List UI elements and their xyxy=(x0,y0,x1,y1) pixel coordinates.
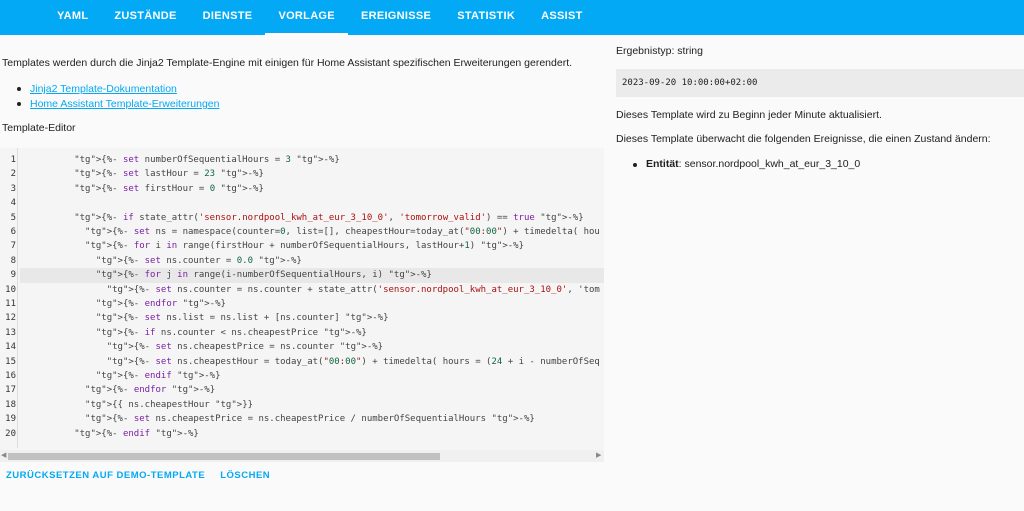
code-line[interactable]: "tg">{%- for j in range(i-numberOfSequen… xyxy=(20,268,604,283)
line-number: 8 xyxy=(10,255,16,266)
line-number: 7 xyxy=(10,241,16,252)
editor-label: Template-Editor xyxy=(2,122,76,134)
line-number: 20 xyxy=(5,428,16,439)
tab-bar: YAML ZUSTÄNDE DIENSTE VORLAGE EREIGNISSE… xyxy=(44,0,596,35)
line-number: 12 xyxy=(5,313,16,324)
tab-assist[interactable]: ASSIST xyxy=(528,0,596,35)
tab-template[interactable]: VORLAGE xyxy=(265,0,348,35)
line-number: 1 xyxy=(10,155,16,165)
line-number: 6 xyxy=(10,227,16,237)
entity-label: Entität xyxy=(646,158,679,170)
line-number: 14 xyxy=(5,342,16,353)
code-line[interactable]: "tg">{%- set ns.counter = 0.0 "tg">-%} xyxy=(20,254,302,268)
line-number: 2 xyxy=(10,169,16,180)
code-line[interactable]: "tg">{%- endif "tg">-%} xyxy=(20,369,221,383)
top-app-bar: YAML ZUSTÄNDE DIENSTE VORLAGE EREIGNISSE… xyxy=(0,0,1024,35)
line-number: 3 xyxy=(10,183,16,194)
code-line[interactable]: "tg">{%- set firstHour = 0 "tg">-%} xyxy=(20,182,264,196)
code-line[interactable]: "tg">{%- if ns.counter < ns.cheapestPric… xyxy=(20,326,367,340)
code-line[interactable]: "tg">{%- set ns.cheapestHour = today_at(… xyxy=(20,355,600,369)
line-number: 19 xyxy=(5,414,16,425)
list-item: Home Assistant Template-Erweiterungen xyxy=(17,97,219,112)
line-number: 4 xyxy=(10,198,16,209)
line-number: 13 xyxy=(5,327,16,338)
line-number: 11 xyxy=(5,299,16,309)
template-panel: Templates werden durch die Jinja2 Templa… xyxy=(0,35,608,511)
entity-value: : sensor.nordpool_kwh_at_eur_3_10_0 xyxy=(678,158,861,170)
scroll-left-icon[interactable]: ◀ xyxy=(1,452,6,460)
tab-statistics[interactable]: STATISTIK xyxy=(444,0,528,35)
listen-info: Dieses Template überwacht die folgenden … xyxy=(616,133,991,145)
intro-text: Templates werden durch die Jinja2 Templa… xyxy=(2,57,573,69)
line-number: 10 xyxy=(5,284,16,295)
result-type: Ergebnistyp: string xyxy=(616,45,703,57)
clear-button[interactable]: LÖSCHEN xyxy=(220,470,270,481)
jinja2-docs-link[interactable]: Jinja2 Template-Dokumentation xyxy=(30,83,177,95)
ha-template-extensions-link[interactable]: Home Assistant Template-Erweiterungen xyxy=(30,98,219,110)
code-line[interactable]: "tg">{%- endfor "tg">-%} xyxy=(20,297,226,311)
doc-links: Jinja2 Template-Dokumentation Home Assis… xyxy=(17,82,219,112)
code-line[interactable]: "tg">{{ ns.cheapestHour "tg">}} xyxy=(20,398,253,412)
horizontal-scrollbar[interactable]: ◀ ▶ xyxy=(0,450,604,462)
code-line[interactable]: "tg">{%- set ns.list = ns.list + [ns.cou… xyxy=(20,311,389,325)
line-number: 16 xyxy=(5,371,16,381)
scroll-right-icon[interactable]: ▶ xyxy=(596,452,601,460)
code-line[interactable]: "tg">{%- set ns.counter = ns.counter + s… xyxy=(20,283,600,297)
code-line[interactable]: "tg">{%- set lastHour = 23 "tg">-%} xyxy=(20,167,264,181)
code-line[interactable]: "tg">{%- set ns = namespace(counter=0, l… xyxy=(20,225,600,239)
result-panel: Ergebnistyp: string 2023-09-20 10:00:00+… xyxy=(616,35,1024,511)
code-line[interactable]: "tg">{%- endif "tg">-%} xyxy=(20,427,199,441)
code-line[interactable]: "tg">{%- if state_attr('sensor.nordpool_… xyxy=(20,211,583,225)
tab-states[interactable]: ZUSTÄNDE xyxy=(101,0,189,35)
tab-yaml[interactable]: YAML xyxy=(44,0,101,35)
line-number: 15 xyxy=(5,356,16,367)
update-info: Dieses Template wird zu Beginn jeder Min… xyxy=(616,109,882,121)
line-number-gutter: 1 2 3 4 5 6 7 8 9 10 11 12 13 14 15 16 17 18 19 20 xyxy=(0,148,18,448)
entity-item: Entität: sensor.nordpool_kwh_at_eur_3_10… xyxy=(633,158,860,170)
result-value: 2023-09-20 10:00:00+02:00 xyxy=(616,69,1024,97)
reset-demo-template-button[interactable]: ZURÜCKSETZEN AUF DEMO-TEMPLATE xyxy=(6,470,205,481)
scrollbar-thumb[interactable] xyxy=(8,453,440,460)
code-line[interactable]: "tg">{%- for i in range(firstHour + numb… xyxy=(20,239,524,253)
code-line[interactable]: "tg">{%- set numberOfSequentialHours = 3… xyxy=(20,153,340,167)
tab-events[interactable]: EREIGNISSE xyxy=(348,0,444,35)
list-item: Jinja2 Template-Dokumentation xyxy=(17,82,219,97)
code-line[interactable]: "tg">{%- set ns.cheapestPrice = ns.cheap… xyxy=(20,412,535,426)
code-area[interactable]: "tg">{%- set numberOfSequentialHours = 3… xyxy=(20,148,604,448)
tab-services[interactable]: DIENSTE xyxy=(190,0,266,35)
code-line[interactable]: "tg">{%- set ns.cheapestPrice = ns.count… xyxy=(20,340,383,354)
line-number: 9 xyxy=(10,270,16,281)
line-number: 17 xyxy=(5,385,16,396)
code-line[interactable]: "tg">{%- endfor "tg">-%} xyxy=(20,383,215,397)
editor-actions: ZURÜCKSETZEN AUF DEMO-TEMPLATE LÖSCHEN xyxy=(6,470,270,481)
line-number: 5 xyxy=(10,212,16,223)
line-number: 18 xyxy=(5,399,16,410)
template-editor[interactable]: 1 2 3 4 5 6 7 8 9 10 11 12 13 14 15 16 17 18 19 20 "tg">{%-… xyxy=(0,148,604,462)
